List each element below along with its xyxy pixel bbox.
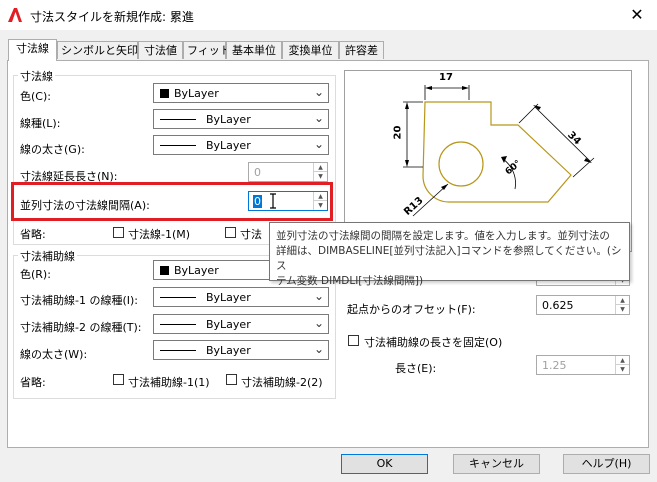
suppress-ext-line-2-checkbox[interactable] <box>226 374 237 385</box>
ext-linetype-2-label: 寸法補助線-2 の線種(T): <box>20 321 142 334</box>
dim-lineweight-value: ByLayer <box>206 139 251 152</box>
text-cursor-icon <box>270 193 276 209</box>
tooltip: 並列寸法の寸法線間の間隔を設定します。値を入力します。並列寸法の 詳細は、DIM… <box>269 222 630 287</box>
spin-down-icon[interactable]: ▼ <box>616 365 629 374</box>
linetype-sample <box>160 324 196 325</box>
tooltip-line-2: 詳細は、DIMBASELINE[並列寸法記入]コマンドを参照してください。(シス <box>276 245 622 272</box>
baseline-spacing-label: 並列寸法の寸法線間隔(A): <box>20 199 150 212</box>
lineweight-sample <box>160 350 196 351</box>
ext-linetype-1-value: ByLayer <box>206 291 251 304</box>
spin-up-icon[interactable]: ▲ <box>616 296 629 305</box>
suppress-ext-line-1-checkbox[interactable] <box>113 374 124 385</box>
fixed-length-checkbox[interactable] <box>348 335 359 346</box>
suppress-dim-line-2-checkbox[interactable] <box>225 227 236 238</box>
chevron-down-icon: ⌄ <box>313 342 324 356</box>
preview-dim-20: 20 <box>392 125 404 140</box>
ext-linetype-1-label: 寸法補助線-1 の線種(I): <box>20 294 138 307</box>
dim-lineweight-combo[interactable]: ByLayer ⌄ <box>153 135 329 155</box>
lineweight-sample <box>160 145 196 146</box>
suppress-ext-line-1-label: 寸法補助線-1(1) <box>128 376 210 389</box>
chevron-down-icon: ⌄ <box>313 111 324 125</box>
preview-dim-17: 17 <box>439 72 453 83</box>
ext-lineweight-label: 線の太さ(W): <box>20 348 88 361</box>
spin-up-icon[interactable]: ▲ <box>314 163 327 172</box>
ext-linetype-2-combo[interactable]: ByLayer ⌄ <box>153 314 329 334</box>
dim-suppress-label: 省略: <box>20 228 46 241</box>
suppress-dim-line-1-label: 寸法線-1(M) <box>128 228 191 241</box>
extension-lines-group-title: 寸法補助線 <box>18 248 77 264</box>
chevron-down-icon: ⌄ <box>313 85 324 99</box>
baseline-spacing-spinner[interactable]: 0 ▲ ▼ <box>248 191 328 211</box>
ext-length-label: 長さ(E): <box>395 362 437 375</box>
suppress-ext-line-2-label: 寸法補助線-2(2) <box>241 376 323 389</box>
dim-extend-label: 寸法線延長長さ(N): <box>20 170 118 183</box>
tooltip-line-1: 並列寸法の寸法線間の間隔を設定します。値を入力します。並列寸法の <box>276 230 610 242</box>
ext-color-label: 色(R): <box>20 268 51 281</box>
ext-lineweight-combo[interactable]: ByLayer ⌄ <box>153 340 329 360</box>
ext-lineweight-value: ByLayer <box>206 344 251 357</box>
spin-up-icon[interactable]: ▲ <box>314 192 327 201</box>
ext-offset-spinner[interactable]: 0.625 ▲ ▼ <box>536 295 630 315</box>
dimension-lines-group-title: 寸法線 <box>18 68 55 84</box>
ext-length-spinner[interactable]: 1.25 ▲ ▼ <box>536 355 630 375</box>
dim-linetype-combo[interactable]: ByLayer ⌄ <box>153 109 329 129</box>
ext-color-value: ByLayer <box>174 264 219 277</box>
spin-down-icon[interactable]: ▼ <box>314 172 327 181</box>
color-swatch <box>160 266 169 275</box>
linetype-sample <box>160 119 196 120</box>
tooltip-line-3: テム変数 DIMDLI[寸法線間隔]) <box>276 275 424 287</box>
chevron-down-icon: ⌄ <box>313 137 324 151</box>
dim-color-label: 色(C): <box>20 90 51 103</box>
spin-down-icon[interactable]: ▼ <box>616 305 629 314</box>
chevron-down-icon: ⌄ <box>313 316 324 330</box>
dim-color-value: ByLayer <box>174 87 219 100</box>
dim-linetype-label: 線種(L): <box>20 117 61 130</box>
ext-length-value: 1.25 <box>542 359 567 372</box>
ext-linetype-2-value: ByLayer <box>206 318 251 331</box>
fixed-length-label: 寸法補助線の長さを固定(O) <box>364 336 503 349</box>
ext-offset-label: 起点からのオフセット(F): <box>347 303 476 316</box>
dim-linetype-value: ByLayer <box>206 113 251 126</box>
spin-up-icon[interactable]: ▲ <box>616 356 629 365</box>
baseline-spacing-value[interactable]: 0 <box>253 195 262 208</box>
dim-lineweight-label: 線の太さ(G): <box>20 143 85 156</box>
ext-suppress-label: 省略: <box>20 376 46 389</box>
dim-extend-spinner[interactable]: 0 ▲ ▼ <box>248 162 328 182</box>
dim-color-combo[interactable]: ByLayer ⌄ <box>153 83 329 103</box>
ext-offset-value: 0.625 <box>542 299 574 312</box>
spin-down-icon[interactable]: ▼ <box>314 201 327 210</box>
chevron-down-icon: ⌄ <box>313 289 324 303</box>
ext-linetype-1-combo[interactable]: ByLayer ⌄ <box>153 287 329 307</box>
color-swatch <box>160 89 169 98</box>
suppress-dim-line-1-checkbox[interactable] <box>113 227 124 238</box>
linetype-sample <box>160 297 196 298</box>
dim-extend-value: 0 <box>254 166 261 179</box>
suppress-dim-line-2-label: 寸法 <box>240 228 262 241</box>
